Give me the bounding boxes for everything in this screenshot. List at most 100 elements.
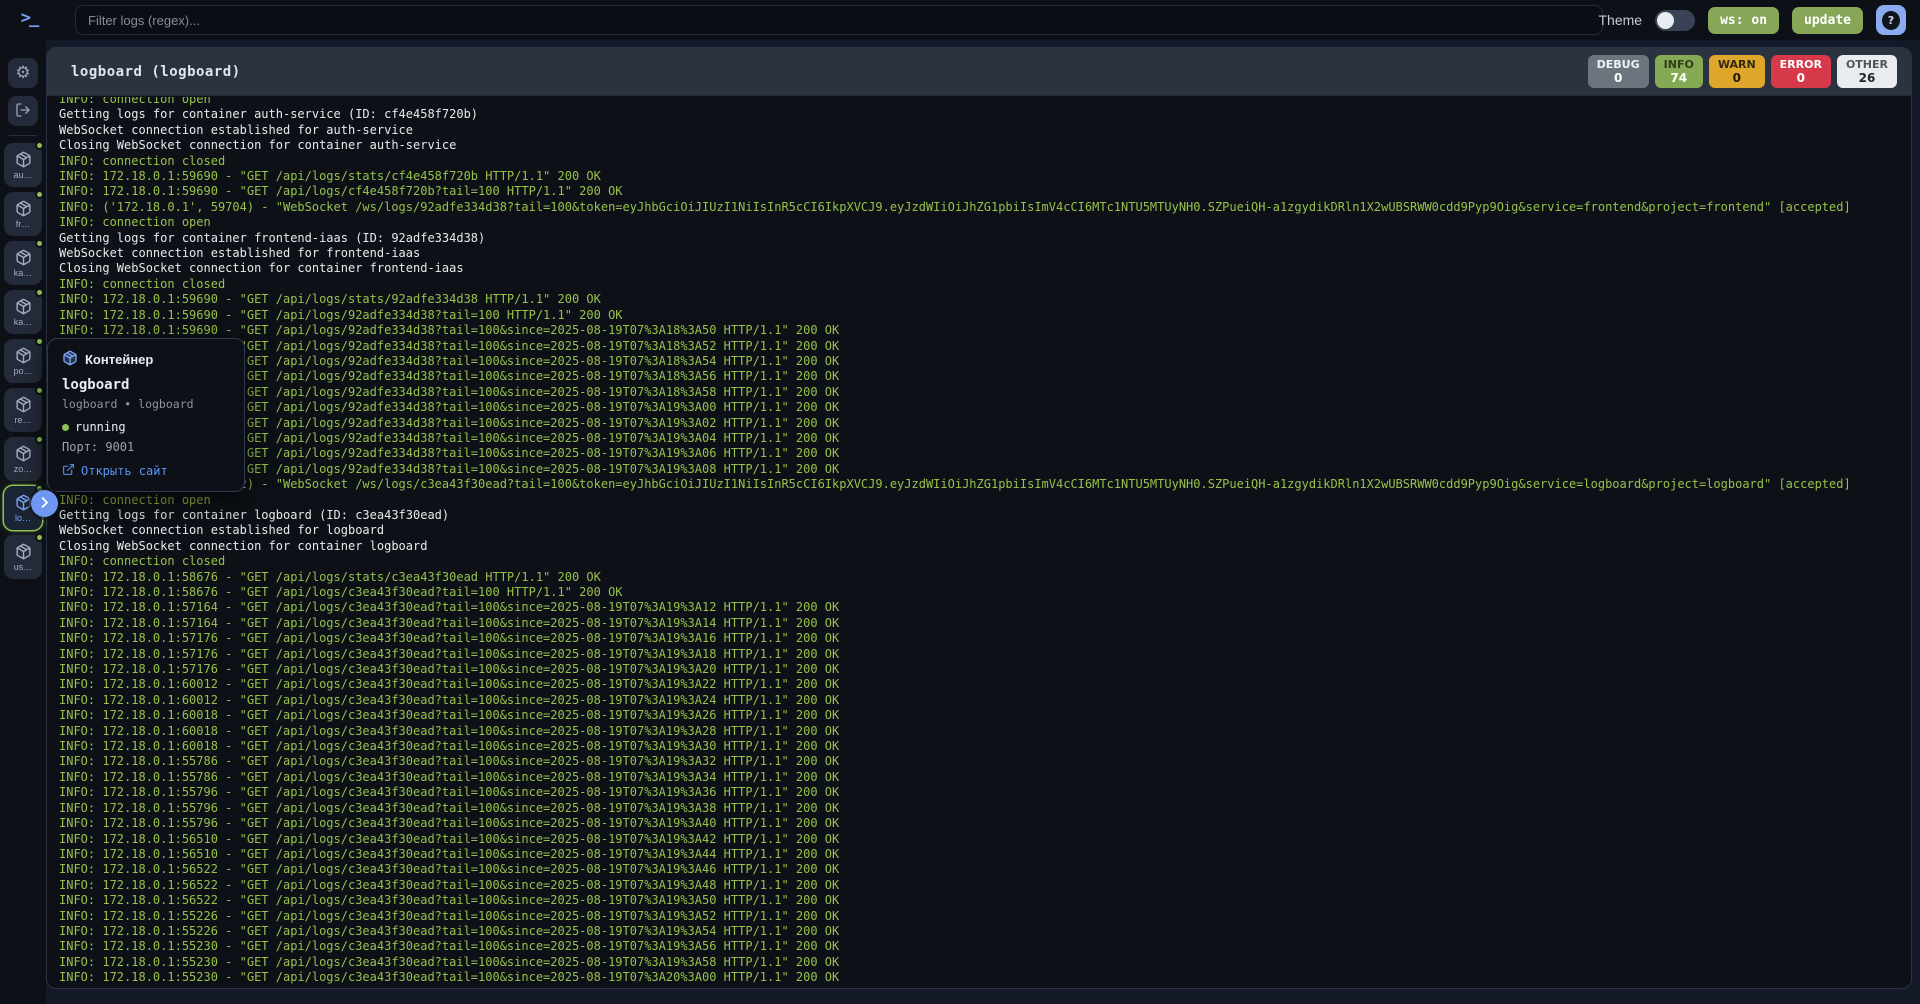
log-line: INFO: 172.18.0.1:55226 - "GET /api/logs/… bbox=[59, 924, 1911, 939]
log-line: INFO: 172.18.0.1:59690 - "GET /api/logs/… bbox=[59, 385, 1911, 400]
settings-button[interactable]: ⚙ bbox=[8, 58, 38, 88]
badge-count: 26 bbox=[1846, 71, 1888, 85]
theme-label: Theme bbox=[1598, 12, 1642, 28]
log-line: INFO: 172.18.0.1:55796 - "GET /api/logs/… bbox=[59, 816, 1911, 831]
log-line: INFO: connection closed bbox=[59, 277, 1911, 292]
container-label: re… bbox=[14, 415, 31, 425]
log-line: INFO: 172.18.0.1:57164 - "GET /api/logs/… bbox=[59, 600, 1911, 615]
log-line: INFO: 172.18.0.1:59690 - "GET /api/logs/… bbox=[59, 416, 1911, 431]
websocket-status-button[interactable]: ws: on bbox=[1708, 7, 1779, 34]
container-label: lo… bbox=[15, 513, 31, 523]
log-line: INFO: 172.18.0.1:59690 - "GET /api/logs/… bbox=[59, 431, 1911, 446]
log-line: INFO: 172.18.0.1:57164 - "GET /api/logs/… bbox=[59, 616, 1911, 631]
level-badges: DEBUG0INFO74WARN0ERROR0OTHER26 bbox=[1588, 55, 1897, 88]
log-line: INFO: 172.18.0.1:59690 - "GET /api/logs/… bbox=[59, 292, 1911, 307]
container-cube-icon bbox=[15, 298, 32, 315]
status-dot bbox=[35, 533, 44, 542]
panel-title: logboard (logboard) bbox=[71, 64, 241, 80]
log-panel: logboard (logboard) DEBUG0INFO74WARN0ERR… bbox=[46, 47, 1912, 989]
log-line: INFO: 172.18.0.1:55226 - "GET /api/logs/… bbox=[59, 909, 1911, 924]
badge-info[interactable]: INFO74 bbox=[1655, 55, 1703, 88]
badge-label: DEBUG bbox=[1597, 58, 1640, 71]
sidebar: ⚙ au… fr… ka… ka… po… re… zo… lo… us… bbox=[0, 40, 46, 1004]
log-line: Getting logs for container logboard (ID:… bbox=[59, 508, 1911, 523]
sidebar-container-item-1[interactable]: fr… bbox=[4, 192, 42, 236]
log-line: INFO: 172.18.0.1:59690 - "GET /api/logs/… bbox=[59, 308, 1911, 323]
sidebar-container-item-2[interactable]: ka… bbox=[4, 241, 42, 285]
sidebar-container-item-4[interactable]: po… bbox=[4, 339, 42, 383]
log-line: INFO: 172.18.0.1:58676 - "GET /api/logs/… bbox=[59, 570, 1911, 585]
sidebar-container-item-8[interactable]: us… bbox=[4, 535, 42, 579]
sidebar-container-item-3[interactable]: ka… bbox=[4, 290, 42, 334]
gear-icon: ⚙ bbox=[15, 65, 30, 82]
container-label: us… bbox=[14, 562, 33, 572]
update-button[interactable]: update bbox=[1792, 7, 1863, 34]
status-dot bbox=[35, 337, 44, 346]
status-dot bbox=[35, 288, 44, 297]
popover-port: Порт: 9001 bbox=[62, 440, 230, 454]
question-mark-icon: ? bbox=[1882, 11, 1900, 30]
log-line: INFO: 172.18.0.1:55230 - "GET /api/logs/… bbox=[59, 939, 1911, 954]
filter-logs-input[interactable] bbox=[75, 5, 1603, 35]
open-site-link[interactable]: Открыть сайт bbox=[62, 463, 230, 479]
log-line: INFO: 172.18.0.1:55230 - "GET /api/logs/… bbox=[59, 970, 1911, 985]
log-line: INFO: 172.18.0.1:60012 - "GET /api/logs/… bbox=[59, 693, 1911, 708]
log-line: INFO: connection open bbox=[59, 97, 1911, 107]
log-output[interactable]: INFO: connection openGetting logs for co… bbox=[47, 97, 1911, 988]
log-line: INFO: 172.18.0.1:60018 - "GET /api/logs/… bbox=[59, 724, 1911, 739]
log-line: INFO: 172.18.0.1:59690 - "GET /api/logs/… bbox=[59, 323, 1911, 338]
log-line: INFO: 172.18.0.1:56510 - "GET /api/logs/… bbox=[59, 847, 1911, 862]
log-line: INFO: 172.18.0.1:59690 - "GET /api/logs/… bbox=[59, 400, 1911, 415]
badge-debug[interactable]: DEBUG0 bbox=[1588, 55, 1649, 88]
container-popover: Контейнер logboard logboard • logboard r… bbox=[47, 338, 245, 492]
container-list: au… fr… ka… ka… po… re… zo… lo… us… bbox=[4, 143, 42, 584]
log-line: INFO: ('172.18.0.1', 58682) - "WebSocket… bbox=[59, 477, 1911, 492]
topbar-actions: Theme ws: on update ? bbox=[1598, 0, 1906, 40]
log-line: INFO: 172.18.0.1:59690 - "GET /api/logs/… bbox=[59, 169, 1911, 184]
log-line: INFO: 172.18.0.1:56522 - "GET /api/logs/… bbox=[59, 878, 1911, 893]
log-line: INFO: 172.18.0.1:55786 - "GET /api/logs/… bbox=[59, 770, 1911, 785]
sidebar-container-item-6[interactable]: zo… bbox=[4, 437, 42, 481]
container-cube-icon bbox=[15, 347, 32, 364]
container-cube-icon bbox=[15, 249, 32, 266]
badge-other[interactable]: OTHER26 bbox=[1837, 55, 1897, 88]
logout-button[interactable] bbox=[8, 96, 38, 126]
log-line: INFO: 172.18.0.1:55230 - "GET /api/logs/… bbox=[59, 955, 1911, 970]
sidebar-container-item-5[interactable]: re… bbox=[4, 388, 42, 432]
popover-status: running bbox=[62, 420, 230, 434]
log-line: Getting logs for container auth-service … bbox=[59, 107, 1911, 122]
container-label: zo… bbox=[14, 464, 33, 474]
log-line: INFO: 172.18.0.1:55796 - "GET /api/logs/… bbox=[59, 785, 1911, 800]
log-line: INFO: 172.18.0.1:59690 - "GET /api/logs/… bbox=[59, 354, 1911, 369]
log-line: Closing WebSocket connection for contain… bbox=[59, 261, 1911, 276]
log-line: WebSocket connection established for log… bbox=[59, 523, 1911, 538]
log-line: INFO: 172.18.0.1:57176 - "GET /api/logs/… bbox=[59, 647, 1911, 662]
topbar: >_ Theme ws: on update ? bbox=[0, 0, 1920, 40]
sidebar-expand-button[interactable] bbox=[31, 490, 58, 517]
badge-error[interactable]: ERROR0 bbox=[1771, 55, 1831, 88]
popover-status-label: running bbox=[75, 420, 126, 434]
log-line: INFO: 172.18.0.1:56522 - "GET /api/logs/… bbox=[59, 893, 1911, 908]
log-line: INFO: 172.18.0.1:57176 - "GET /api/logs/… bbox=[59, 631, 1911, 646]
container-label: ka… bbox=[14, 268, 33, 278]
status-dot bbox=[35, 141, 44, 150]
container-cube-icon bbox=[15, 396, 32, 413]
container-label: ka… bbox=[14, 317, 33, 327]
log-line: INFO: 172.18.0.1:60018 - "GET /api/logs/… bbox=[59, 739, 1911, 754]
badge-label: WARN bbox=[1718, 58, 1756, 71]
container-cube-icon bbox=[62, 350, 78, 369]
badge-warn[interactable]: WARN0 bbox=[1709, 55, 1765, 88]
log-line: INFO: 172.18.0.1:57176 - "GET /api/logs/… bbox=[59, 662, 1911, 677]
popover-subtitle: logboard • logboard bbox=[62, 397, 230, 411]
log-line: Closing WebSocket connection for contain… bbox=[59, 138, 1911, 153]
log-line: INFO: 172.18.0.1:59690 - "GET /api/logs/… bbox=[59, 184, 1911, 199]
log-line: INFO: connection closed bbox=[59, 554, 1911, 569]
popover-kind-label: Контейнер bbox=[85, 352, 153, 367]
theme-toggle[interactable] bbox=[1655, 10, 1695, 31]
log-line: INFO: 172.18.0.1:55796 - "GET /api/logs/… bbox=[59, 801, 1911, 816]
sidebar-container-item-0[interactable]: au… bbox=[4, 143, 42, 187]
badge-count: 74 bbox=[1664, 71, 1694, 85]
help-button[interactable]: ? bbox=[1876, 5, 1906, 35]
panel-header: logboard (logboard) DEBUG0INFO74WARN0ERR… bbox=[47, 48, 1911, 96]
badge-label: OTHER bbox=[1846, 58, 1888, 71]
